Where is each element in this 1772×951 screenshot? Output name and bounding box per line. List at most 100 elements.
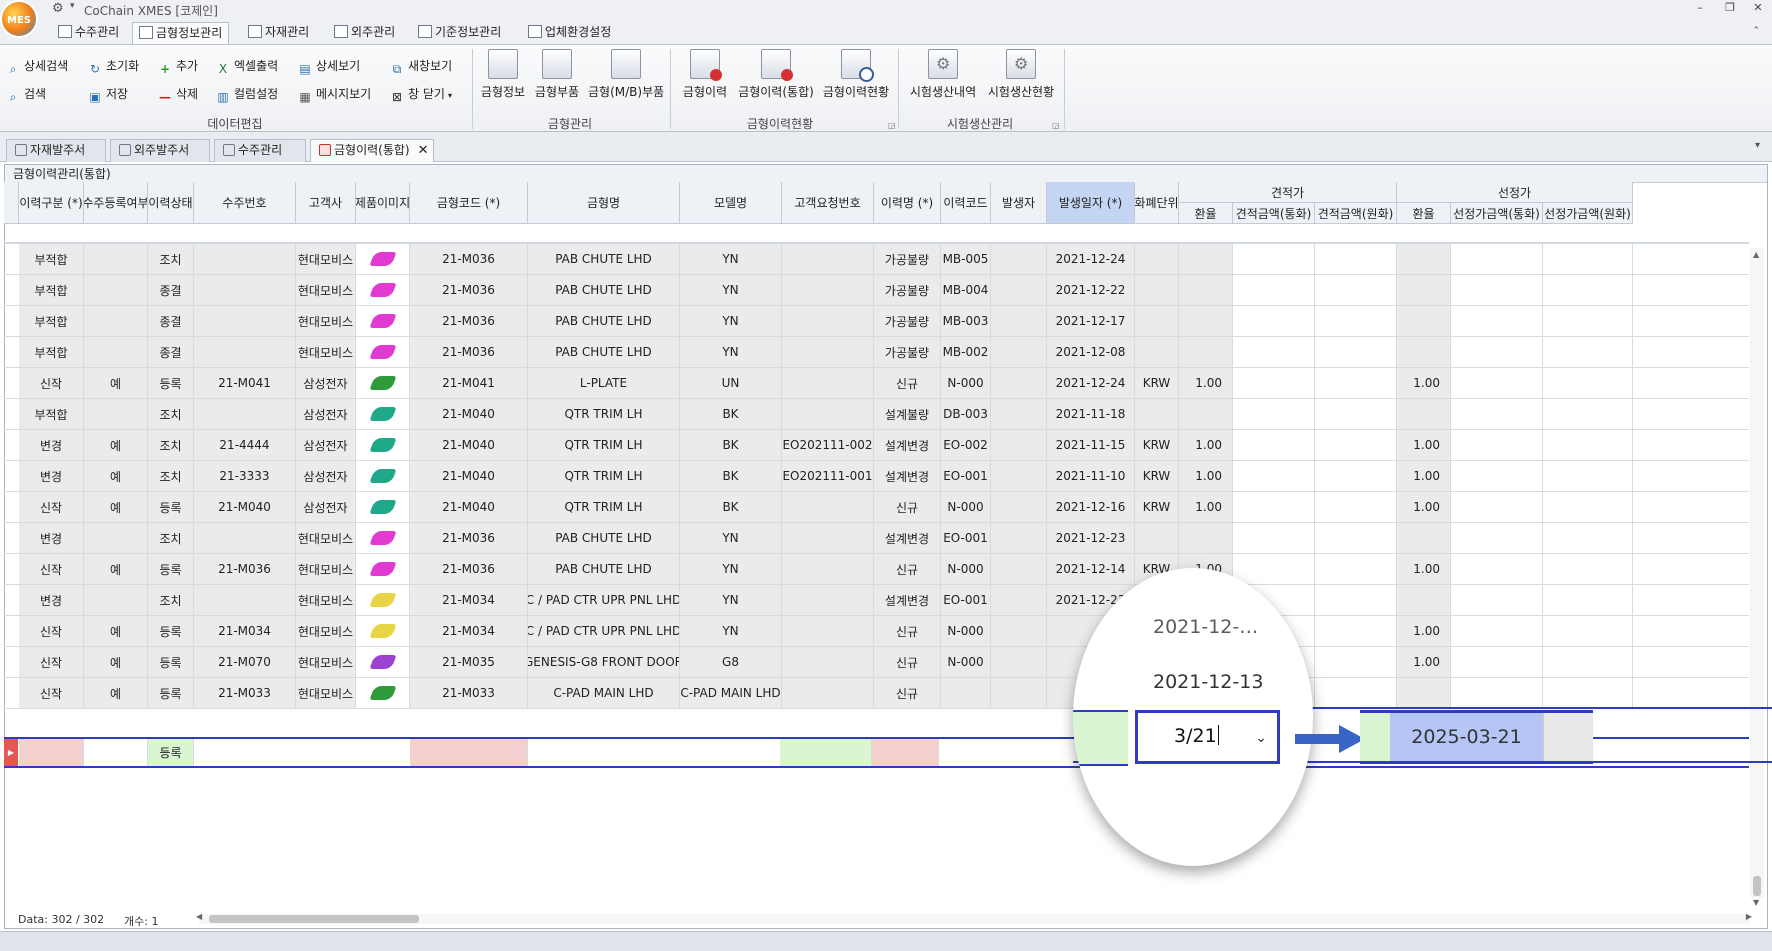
- cell-selected-amount-krw[interactable]: [1543, 275, 1633, 305]
- cell-issuer[interactable]: [991, 399, 1047, 429]
- cell-history-name[interactable]: 신규: [874, 616, 941, 646]
- cell-history-code[interactable]: N-000: [941, 647, 991, 677]
- cell-history-type[interactable]: 부적합: [19, 337, 84, 367]
- cell-history-status[interactable]: 등록: [148, 678, 194, 708]
- cell-issue-date[interactable]: 2021-11-15: [1047, 430, 1135, 460]
- trial-details-button[interactable]: 시험생산내역: [908, 49, 978, 109]
- cell-currency[interactable]: KRW: [1135, 461, 1179, 491]
- cell-history-name[interactable]: 가공불량: [874, 244, 941, 274]
- cell-order-registered[interactable]: 예: [84, 554, 148, 584]
- new-row-request-no-cell[interactable]: [780, 739, 872, 766]
- cell-issue-date[interactable]: 2021-11-18: [1047, 399, 1135, 429]
- cell-customer[interactable]: 현대모비스: [296, 616, 356, 646]
- cell-order-no[interactable]: [194, 337, 296, 367]
- cell-selected-amount-foreign[interactable]: [1451, 244, 1543, 274]
- table-row[interactable]: 부적합 종결 현대모비스 21-M036 PAB CHUTE LHD YN 가공불량 MB-0…: [4, 275, 1749, 306]
- cell-order-no[interactable]: 21-M033: [194, 678, 296, 708]
- cell-history-status[interactable]: 조치: [148, 399, 194, 429]
- cell-customer-request-no[interactable]: [782, 554, 874, 584]
- cell-selected-exchange-rate[interactable]: [1397, 678, 1451, 708]
- minimize-icon[interactable]: –: [1688, 0, 1712, 16]
- cell-history-code[interactable]: MB-005: [941, 244, 991, 274]
- cell-order-registered[interactable]: [84, 275, 148, 305]
- cell-selected-exchange-rate[interactable]: 1.00: [1397, 647, 1451, 677]
- cell-product-image[interactable]: [356, 492, 410, 522]
- close-window-button[interactable]: ⊠ 창 닫기 ▾: [390, 83, 452, 105]
- cell-history-type[interactable]: 부적합: [19, 244, 84, 274]
- cell-selected-amount-foreign[interactable]: [1451, 678, 1543, 708]
- cell-mold-code[interactable]: 21-M040: [410, 430, 528, 460]
- cell-estimate-amount-krw[interactable]: [1315, 275, 1397, 305]
- message-view-button[interactable]: ▦ 메시지보기: [298, 83, 371, 105]
- cell-exchange-rate[interactable]: 1.00: [1179, 430, 1233, 460]
- cell-currency[interactable]: KRW: [1135, 492, 1179, 522]
- cell-issue-date[interactable]: 2021-12-22: [1047, 275, 1135, 305]
- cell-mold-code[interactable]: 21-M036: [410, 306, 528, 336]
- cell-selected-exchange-rate[interactable]: 1.00: [1397, 554, 1451, 584]
- reset-button[interactable]: ↻ 초기화: [88, 55, 139, 77]
- cell-product-image[interactable]: [356, 306, 410, 336]
- cell-history-name[interactable]: 신규: [874, 647, 941, 677]
- new-row-mold-code-cell[interactable]: [410, 739, 528, 766]
- cell-history-type[interactable]: 신작: [19, 616, 84, 646]
- cell-history-name[interactable]: 가공불량: [874, 337, 941, 367]
- cell-mold-name[interactable]: PAB CHUTE LHD: [528, 244, 680, 274]
- cell-mold-name[interactable]: PAB CHUTE LHD: [528, 523, 680, 553]
- cell-model-name[interactable]: YN: [680, 585, 782, 615]
- cell-selected-amount-krw[interactable]: [1543, 244, 1633, 274]
- cell-selected-amount-krw[interactable]: [1543, 678, 1633, 708]
- cell-customer-request-no[interactable]: [782, 647, 874, 677]
- cell-customer[interactable]: 현대모비스: [296, 678, 356, 708]
- cell-product-image[interactable]: [356, 244, 410, 274]
- cell-order-no[interactable]: 21-M036: [194, 554, 296, 584]
- column-header-history-type[interactable]: 이력구분 (*): [19, 182, 84, 224]
- dialog-launcher-icon[interactable]: ◲: [888, 121, 896, 130]
- cell-mold-name[interactable]: QTR TRIM LH: [528, 399, 680, 429]
- cell-mold-name[interactable]: C-PAD MAIN LHD: [528, 678, 680, 708]
- cell-history-name[interactable]: 신규: [874, 368, 941, 398]
- dialog-launcher-icon[interactable]: ◲: [1052, 121, 1060, 130]
- chevron-down-icon[interactable]: ▾: [1755, 140, 1760, 151]
- cell-currency[interactable]: [1135, 399, 1179, 429]
- cell-estimate-amount-foreign[interactable]: [1233, 275, 1315, 305]
- scroll-thumb[interactable]: [209, 915, 419, 923]
- table-row[interactable]: 신작 예 등록 21-M070 현대모비스 21-M035 GENESIS-G8 FRONT…: [4, 647, 1749, 678]
- cell-exchange-rate[interactable]: [1179, 306, 1233, 336]
- filter-row[interactable]: [4, 224, 1749, 244]
- cell-currency[interactable]: [1135, 306, 1179, 336]
- scroll-up-icon[interactable]: ▲: [1753, 250, 1759, 259]
- cell-history-type[interactable]: 변경: [19, 585, 84, 615]
- cell-model-name[interactable]: C-PAD MAIN LHD: [680, 678, 782, 708]
- cell-selected-amount-krw[interactable]: [1543, 616, 1633, 646]
- cell-exchange-rate[interactable]: 1.00: [1179, 461, 1233, 491]
- cell-selected-exchange-rate[interactable]: [1397, 306, 1451, 336]
- cell-estimate-amount-foreign[interactable]: [1233, 337, 1315, 367]
- cell-mold-name[interactable]: C / PAD CTR UPR PNL LHD: [528, 616, 680, 646]
- cell-history-status[interactable]: 등록: [148, 554, 194, 584]
- cell-customer-request-no[interactable]: [782, 585, 874, 615]
- column-header-product-image[interactable]: 제품이미지: [356, 182, 410, 224]
- cell-issue-date[interactable]: 2021-12-24: [1047, 368, 1135, 398]
- cell-customer[interactable]: 현대모비스: [296, 275, 356, 305]
- detail-search-button[interactable]: ⌕ 상세검색: [6, 55, 69, 77]
- cell-customer-request-no[interactable]: [782, 678, 874, 708]
- cell-history-status[interactable]: 조치: [148, 461, 194, 491]
- column-header-order-registered[interactable]: 수주등록여부: [84, 182, 148, 224]
- cell-order-registered[interactable]: [84, 585, 148, 615]
- table-row[interactable]: 변경 예 조치 21-3333 삼성전자 21-M040 QTR TRIM LH BK EO20…: [4, 461, 1749, 492]
- table-row[interactable]: 신작 예 등록 21-M036 현대모비스 21-M036 PAB CHUTE LHD YN 신…: [4, 554, 1749, 585]
- cell-estimate-amount-krw[interactable]: [1315, 368, 1397, 398]
- cell-issuer[interactable]: [991, 306, 1047, 336]
- cell-model-name[interactable]: YN: [680, 275, 782, 305]
- column-settings-button[interactable]: ▥ 컬럼설정: [216, 83, 278, 105]
- cell-estimate-amount-foreign[interactable]: [1233, 523, 1315, 553]
- column-header-issuer[interactable]: 발생자: [991, 182, 1047, 224]
- cell-history-status[interactable]: 조치: [148, 585, 194, 615]
- cell-mold-code[interactable]: 21-M033: [410, 678, 528, 708]
- cell-customer-request-no[interactable]: [782, 337, 874, 367]
- table-row[interactable]: 변경 조치 현대모비스 21-M034 C / PAD CTR UPR PNL LHD Y…: [4, 585, 1749, 616]
- cell-currency[interactable]: [1135, 275, 1179, 305]
- cell-exchange-rate[interactable]: [1179, 399, 1233, 429]
- cell-selected-amount-krw[interactable]: [1543, 399, 1633, 429]
- cell-selected-amount-krw[interactable]: [1543, 647, 1633, 677]
